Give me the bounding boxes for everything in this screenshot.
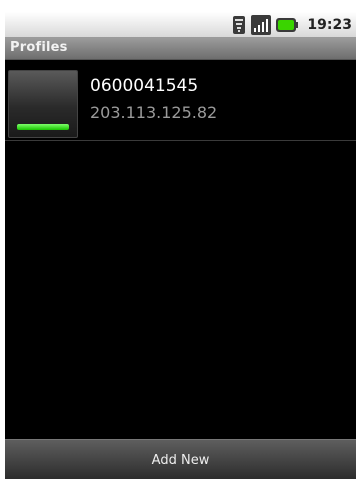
signal-icon (251, 14, 272, 35)
status-icons: 19:23 (232, 14, 352, 35)
profile-name: 0600041545 (90, 76, 199, 96)
profile-thumbnail (8, 70, 78, 138)
title-bar: Profiles (5, 38, 356, 60)
status-indicator (17, 124, 69, 130)
bottom-bar: Add New (5, 439, 356, 479)
status-bar: 19:23 (5, 12, 356, 38)
profile-ip: 203.113.125.82 (90, 103, 218, 122)
status-clock: 19:23 (307, 16, 352, 33)
page-title: Profiles (10, 40, 68, 55)
add-new-button[interactable]: Add New (5, 440, 356, 479)
profile-list: 0600041545 203.113.125.82 (5, 60, 356, 141)
list-item[interactable]: 0600041545 203.113.125.82 (5, 60, 356, 141)
battery-icon (276, 17, 299, 32)
phone-screen: 19:23 Profiles 0600041545 203.113.125.82… (5, 12, 356, 479)
wifi-icon (233, 15, 246, 34)
